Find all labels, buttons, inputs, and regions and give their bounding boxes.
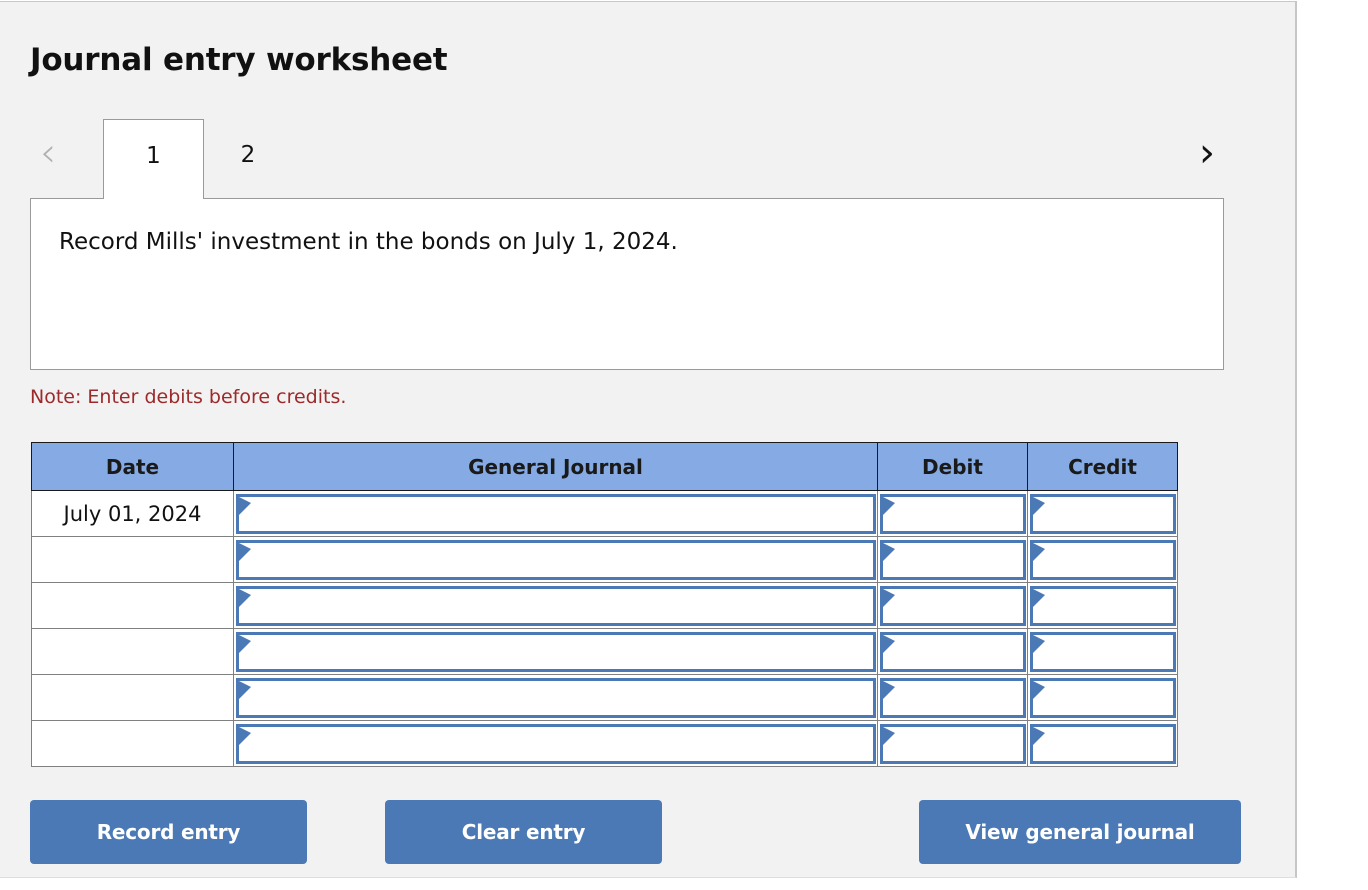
- prompt-box: Record Mills' investment in the bonds on…: [30, 198, 1224, 370]
- tab-2[interactable]: 2: [226, 119, 270, 199]
- journal-entry-table: Date General Journal Debit Credit July 0…: [31, 442, 1178, 767]
- column-header-general-journal: General Journal: [233, 442, 878, 491]
- credit-input[interactable]: [1030, 539, 1176, 580]
- credit-cell[interactable]: [1027, 720, 1178, 767]
- chevron-right-icon[interactable]: ›: [1190, 131, 1224, 177]
- table-row: [31, 628, 1178, 675]
- account-select[interactable]: [236, 539, 876, 580]
- prompt-text: Record Mills' investment in the bonds on…: [59, 229, 678, 255]
- debit-input[interactable]: [880, 539, 1026, 580]
- debit-cell[interactable]: [877, 490, 1028, 537]
- date-cell[interactable]: [31, 674, 234, 721]
- debit-input[interactable]: [880, 723, 1026, 764]
- worksheet-panel: Journal entry worksheet ‹ 1 2 › Record M…: [0, 1, 1297, 878]
- debit-cell[interactable]: [877, 628, 1028, 675]
- debit-input[interactable]: [880, 677, 1026, 718]
- debit-input[interactable]: [880, 493, 1026, 534]
- debit-cell[interactable]: [877, 720, 1028, 767]
- account-select[interactable]: [236, 493, 876, 534]
- general-journal-cell[interactable]: [233, 490, 878, 537]
- general-journal-cell[interactable]: [233, 674, 878, 721]
- view-general-journal-button[interactable]: View general journal: [919, 800, 1241, 864]
- table-row: [31, 582, 1178, 629]
- tab-strip: ‹ 1 2 ›: [30, 114, 1224, 199]
- debit-input[interactable]: [880, 585, 1026, 626]
- record-entry-button[interactable]: Record entry: [30, 800, 307, 864]
- general-journal-cell[interactable]: [233, 536, 878, 583]
- clear-entry-button[interactable]: Clear entry: [385, 800, 662, 864]
- debit-cell[interactable]: [877, 582, 1028, 629]
- journal-entry-worksheet-page: Journal entry worksheet ‹ 1 2 › Record M…: [0, 0, 1368, 890]
- general-journal-cell[interactable]: [233, 628, 878, 675]
- column-header-date: Date: [31, 442, 234, 491]
- page-title: Journal entry worksheet: [30, 42, 448, 78]
- credit-cell[interactable]: [1027, 536, 1178, 583]
- account-select[interactable]: [236, 585, 876, 626]
- credit-cell[interactable]: [1027, 582, 1178, 629]
- tab-1[interactable]: 1: [103, 119, 204, 199]
- date-cell[interactable]: [31, 536, 234, 583]
- credit-cell[interactable]: [1027, 628, 1178, 675]
- general-journal-cell[interactable]: [233, 720, 878, 767]
- column-header-credit: Credit: [1027, 442, 1178, 491]
- account-select[interactable]: [236, 631, 876, 672]
- credit-cell[interactable]: [1027, 490, 1178, 537]
- chevron-left-icon[interactable]: ‹: [31, 131, 65, 177]
- general-journal-cell[interactable]: [233, 582, 878, 629]
- credit-input[interactable]: [1030, 631, 1176, 672]
- date-cell[interactable]: [31, 582, 234, 629]
- account-select[interactable]: [236, 723, 876, 764]
- date-cell[interactable]: [31, 720, 234, 767]
- date-cell[interactable]: July 01, 2024: [31, 490, 234, 537]
- table-row: July 01, 2024: [31, 490, 1178, 537]
- debits-before-credits-note: Note: Enter debits before credits.: [30, 386, 347, 408]
- credit-input[interactable]: [1030, 677, 1176, 718]
- account-select[interactable]: [236, 677, 876, 718]
- table-row: [31, 674, 1178, 721]
- credit-cell[interactable]: [1027, 674, 1178, 721]
- table-row: [31, 536, 1178, 583]
- date-cell[interactable]: [31, 628, 234, 675]
- table-row: [31, 720, 1178, 767]
- credit-input[interactable]: [1030, 493, 1176, 534]
- credit-input[interactable]: [1030, 585, 1176, 626]
- debit-cell[interactable]: [877, 674, 1028, 721]
- credit-input[interactable]: [1030, 723, 1176, 764]
- column-header-debit: Debit: [877, 442, 1028, 491]
- table-header-row: Date General Journal Debit Credit: [31, 442, 1178, 491]
- debit-input[interactable]: [880, 631, 1026, 672]
- debit-cell[interactable]: [877, 536, 1028, 583]
